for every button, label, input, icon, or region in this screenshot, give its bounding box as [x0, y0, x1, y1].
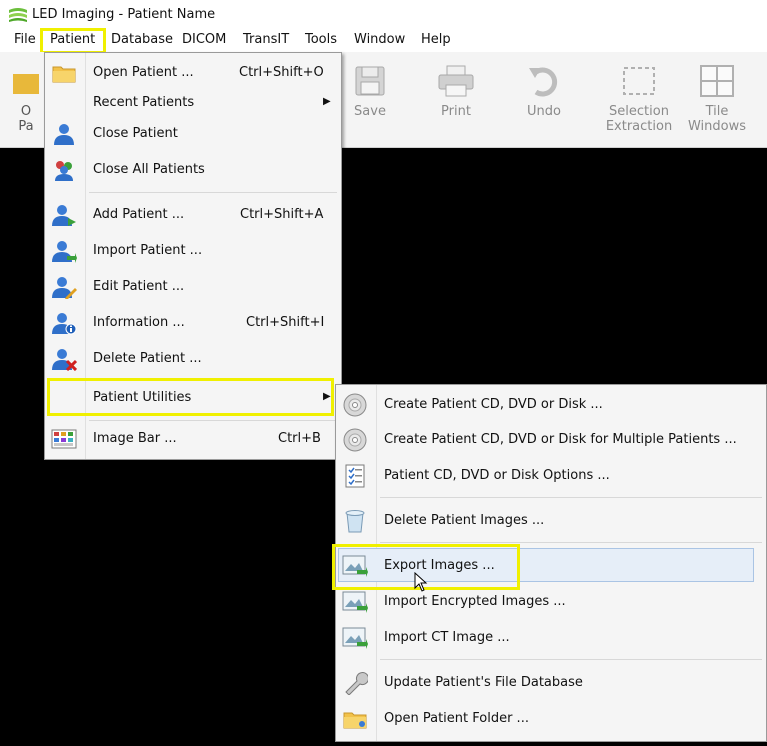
trash-icon: [345, 510, 365, 533]
menu-item-delete-patient[interactable]: Delete Patient ...: [47, 343, 339, 375]
menu-separator: [89, 420, 337, 421]
menu-separator: [380, 659, 762, 660]
toolbar-save-label: Save: [354, 104, 386, 119]
menu-item-update-file-database[interactable]: Update Patient's File Database: [338, 667, 764, 699]
user-edit-icon: [52, 277, 77, 299]
menu-bar: File Patient Database DICOM TransIT Tool…: [0, 30, 767, 52]
menu-item-label: Close Patient: [93, 126, 178, 141]
menu-file[interactable]: File: [14, 32, 36, 47]
folder-icon: [13, 74, 39, 94]
menu-dicom[interactable]: DICOM: [182, 32, 226, 47]
menu-item-edit-patient[interactable]: Edit Patient ...: [47, 271, 339, 303]
menu-item-open-patient[interactable]: Open Patient ... Ctrl+Shift+O: [47, 57, 339, 89]
menu-item-create-patient-cd[interactable]: Create Patient CD, DVD or Disk ...: [338, 389, 764, 421]
menu-item-shortcut: Ctrl+B: [278, 431, 321, 446]
disc-icon: [343, 393, 367, 417]
app-logo-icon: [9, 8, 27, 22]
window-title: LED Imaging - Patient Name: [32, 7, 216, 22]
menu-item-label: Information ...: [93, 315, 185, 330]
submenu-arrow-icon: ▶: [323, 96, 331, 107]
menu-item-label: Create Patient CD, DVD or Disk ...: [384, 397, 603, 412]
menu-item-label: Image Bar ...: [93, 431, 177, 446]
menu-item-label: Open Patient Folder ...: [384, 711, 529, 726]
toolbar-open-label-1: O: [20, 104, 32, 119]
menu-item-import-encrypted-images[interactable]: Import Encrypted Images ...: [338, 586, 764, 618]
menu-item-add-patient[interactable]: Add Patient ... Ctrl+Shift+A: [47, 199, 339, 231]
toolbar-print-label: Print: [441, 104, 471, 119]
menu-item-label: Add Patient ...: [93, 207, 185, 222]
menu-window[interactable]: Window: [354, 32, 405, 47]
menu-help[interactable]: Help: [421, 32, 451, 47]
menu-separator: [89, 192, 337, 193]
menu-transit[interactable]: TransIT: [243, 32, 289, 47]
menu-item-label: Create Patient CD, DVD or Disk for Multi…: [384, 432, 737, 447]
user-add-icon: [52, 205, 76, 226]
image-bar-icon: [51, 429, 77, 449]
menu-item-label: Patient CD, DVD or Disk Options ...: [384, 468, 610, 483]
menu-item-shortcut: Ctrl+Shift+I: [246, 315, 325, 330]
mouse-cursor-icon: [414, 572, 428, 592]
image-import-icon: [342, 591, 368, 613]
menu-item-label: Recent Patients: [93, 95, 195, 110]
menu-item-close-all-patients[interactable]: Close All Patients: [47, 154, 339, 186]
menu-item-label: Delete Patient Images ...: [384, 513, 545, 528]
menu-item-label: Import Encrypted Images ...: [384, 594, 566, 609]
toolbar-selection-extraction-button[interactable]: Selection Extraction: [604, 60, 674, 140]
patient-menu-highlight: [40, 28, 106, 54]
user-icon: [54, 124, 74, 145]
menu-item-label: Import Patient ...: [93, 243, 203, 258]
menu-item-shortcut: Ctrl+Shift+O: [239, 65, 324, 80]
menu-item-close-patient[interactable]: Close Patient: [47, 118, 339, 150]
menu-item-delete-patient-images[interactable]: Delete Patient Images ...: [338, 505, 764, 537]
image-import-icon: [342, 627, 368, 649]
toolbar-print-button[interactable]: Print: [421, 60, 491, 140]
menu-item-create-patient-cd-multiple[interactable]: Create Patient CD, DVD or Disk for Multi…: [338, 424, 764, 456]
user-import-icon: [52, 241, 77, 263]
toolbar-tile-windows-button[interactable]: Tile Windows: [682, 60, 752, 140]
floppy-disk-icon: [355, 66, 385, 96]
wrench-icon: [345, 672, 368, 695]
toolbar-selection-label-2: Extraction: [605, 119, 673, 134]
title-bar: LED Imaging - Patient Name: [0, 0, 767, 30]
checklist-icon: [345, 464, 365, 488]
toolbar-undo-label: Undo: [527, 104, 561, 119]
toolbar-save-button[interactable]: Save: [335, 60, 405, 140]
toolbar-undo-button[interactable]: Undo: [509, 60, 579, 140]
folder-icon: [52, 66, 76, 83]
menu-separator: [380, 542, 762, 543]
menu-item-open-patient-folder[interactable]: Open Patient Folder ...: [338, 703, 764, 735]
menu-separator: [380, 497, 762, 498]
toolbar-selection-label-1: Selection: [609, 104, 669, 119]
undo-icon: [529, 67, 558, 97]
menu-item-shortcut: Ctrl+Shift+A: [240, 207, 324, 222]
toolbar-open-patient-button[interactable]: O Pa: [6, 60, 46, 140]
menu-item-patient-cd-options[interactable]: Patient CD, DVD or Disk Options ...: [338, 460, 764, 492]
menu-item-label: Open Patient ...: [93, 65, 194, 80]
menu-tools[interactable]: Tools: [305, 32, 337, 47]
printer-icon: [438, 65, 474, 97]
patient-utilities-highlight: [47, 378, 334, 416]
menu-database[interactable]: Database: [111, 32, 173, 47]
menu-item-label: Close All Patients: [93, 162, 205, 177]
menu-item-recent-patients[interactable]: Recent Patients ▶: [47, 87, 339, 119]
folder-icon: [343, 712, 367, 729]
menu-item-label: Delete Patient ...: [93, 351, 202, 366]
toolbar-open-label-2: Pa: [18, 119, 34, 134]
menu-item-label: Edit Patient ...: [93, 279, 185, 294]
user-delete-icon: [52, 349, 77, 371]
menu-item-image-bar[interactable]: Image Bar ... Ctrl+B: [47, 423, 339, 455]
menu-item-label: Import CT Image ...: [384, 630, 510, 645]
user-info-icon: [52, 313, 77, 335]
disc-icon: [343, 428, 367, 452]
tile-windows-icon: [700, 65, 734, 97]
menu-item-information[interactable]: Information ... Ctrl+Shift+I: [47, 307, 339, 339]
menu-item-import-ct-image[interactable]: Import CT Image ...: [338, 622, 764, 654]
users-icon: [55, 161, 73, 181]
toolbar-tile-label-1: Tile: [705, 104, 729, 119]
menu-item-label: Update Patient's File Database: [384, 675, 583, 690]
selection-icon: [623, 67, 655, 95]
toolbar-tile-label-2: Windows: [687, 119, 747, 134]
menu-item-import-patient[interactable]: Import Patient ...: [47, 235, 339, 267]
